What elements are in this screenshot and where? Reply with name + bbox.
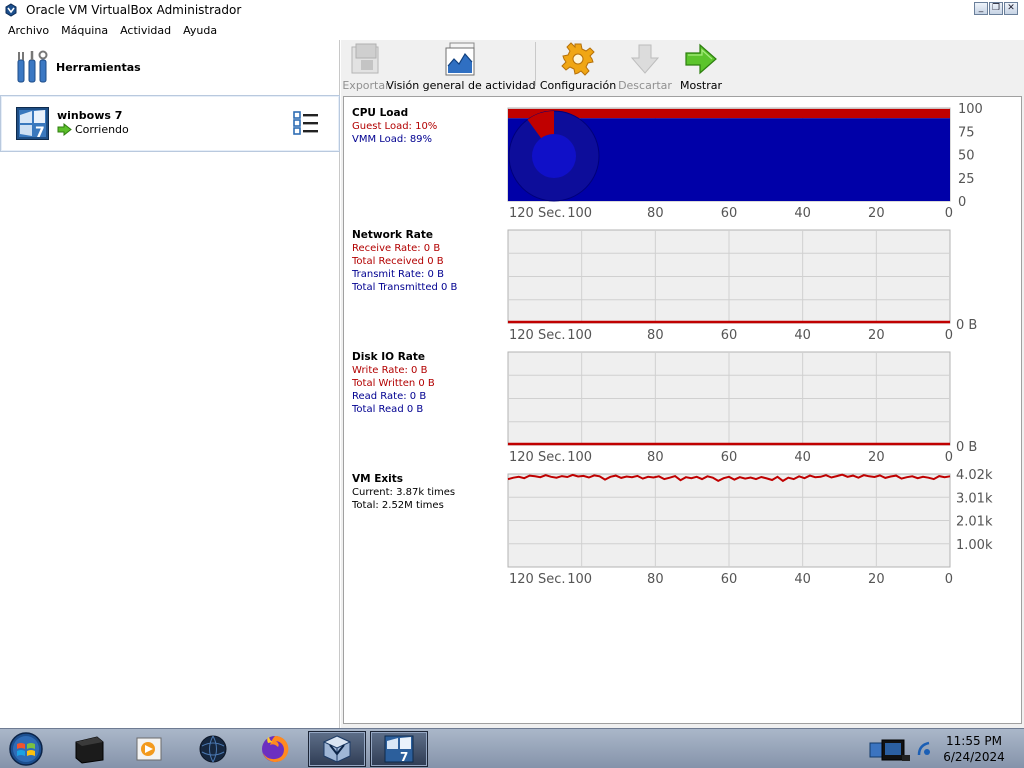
chart-3-x-tick-label: 0 [945,572,953,587]
chart-0-x-tick-label: 100 [567,206,592,221]
dark-box-app-icon [75,736,104,764]
tools-icon [17,50,48,83]
chart-3-x-tick-label: 40 [794,572,811,587]
virtualbox-icon [5,3,17,17]
vm-details-menu-icon[interactable] [293,111,319,135]
discard-button[interactable]: Descartar [616,40,674,95]
chart-0-x-tick-label: 0 [945,206,953,221]
export-icon [351,43,379,74]
settings-button[interactable]: Configuración [540,40,616,95]
start-button[interactable] [6,731,46,767]
activity-overview-button[interactable]: Visión general de actividad [386,40,536,95]
network-tray-icon[interactable] [916,740,932,758]
cpu-y-tick-label: 25 [958,172,975,187]
cpu-y-tick-label: 75 [958,125,975,140]
gear-icon [561,42,595,76]
chart-1-x-tick-label: 0 [945,328,953,343]
chart-1-x-tick-label: 60 [721,328,738,343]
tools-item[interactable]: Herramientas [0,40,340,94]
discard-arrow-icon [630,44,660,74]
show-button[interactable]: Mostrar [674,40,728,95]
chart-1-x-tick-label: 120 Sec. [509,328,565,343]
menu-bar: Archivo Máquina Actividad Ayuda [0,20,1024,40]
cpu-y-tick-label: 100 [958,102,983,117]
export-button[interactable]: Exportar [341,40,391,95]
taskbar-globe-icon[interactable] [184,731,242,767]
chart-0-x-tick-label: 40 [794,206,811,221]
chart-3-x-tick-label: 120 Sec. [509,572,565,587]
windows7-os-icon: 7 [16,107,49,140]
chart-2-x-tick-label: 100 [567,450,592,465]
vm-tray-icon[interactable] [868,737,912,763]
vm-state: Corriendo [57,123,129,136]
chart-2-x-tick-label: 60 [721,450,738,465]
activity-monitor: CPU Load Guest Load: 10% VMM Load: 89% N… [343,96,1022,724]
clock-time: 11:55 PM [946,734,1002,748]
vm-list-item[interactable]: 7 winbows 7 Corriendo [0,95,340,152]
running-arrow-icon [57,123,72,136]
chart-2-x-tick-label: 40 [794,450,811,465]
media-player-icon [136,737,162,761]
svg-text:7: 7 [400,750,408,764]
chart-0-x-tick-label: 20 [868,206,885,221]
vm-exits-y-tick-label: 2.01k [956,515,993,530]
toolbar-separator [535,42,536,86]
restore-button[interactable]: ❐ [989,2,1003,15]
svg-text:7: 7 [35,125,45,140]
minimize-button[interactable]: _ [974,2,988,15]
vm-state-label: Corriendo [75,123,129,136]
menu-maquina[interactable]: Máquina [57,24,116,37]
chart-1-x-tick-label: 40 [794,328,811,343]
chart-1-y-tick-label: 0 B [956,318,977,333]
window-title: Oracle VM VirtualBox Administrador [26,3,242,17]
chart-3-x-tick-label: 60 [721,572,738,587]
chart-1-x-tick-label: 100 [567,328,592,343]
chart-0-x-tick-label: 60 [721,206,738,221]
chart-3-x-tick-label: 100 [567,572,592,587]
taskbar-media-player-icon[interactable] [120,731,178,767]
chart-1-x-tick-label: 80 [647,328,664,343]
title-bar: Oracle VM VirtualBox Administrador _ ❐ ✕ [0,0,1024,20]
taskbar-media-icon[interactable] [60,731,118,767]
chart-2-x-tick-label: 0 [945,450,953,465]
chart-1-x-tick-label: 20 [868,328,885,343]
firefox-icon [262,735,289,762]
vm-exits-y-tick-label: 1.00k [956,538,993,553]
chart-3-x-tick-label: 80 [647,572,664,587]
taskbar-virtualbox-icon[interactable] [308,731,366,767]
machine-list-panel: Herramientas 7 winbows 7 Corriendo [0,40,340,728]
cpu-load-donut-hole [532,134,576,178]
chart-0-x-tick-label: 80 [647,206,664,221]
chart-2-y-tick-label: 0 B [956,440,977,455]
taskbar-clock[interactable]: 11:55 PM 6/24/2024 [934,733,1014,765]
dark-globe-icon [199,735,227,763]
menu-actividad[interactable]: Actividad [116,24,179,37]
cpu-y-tick-label: 50 [958,149,975,164]
virtualbox-cube-icon [322,735,352,763]
close-button[interactable]: ✕ [1004,2,1018,15]
taskbar-vm-window-icon[interactable]: 7 [370,731,428,767]
tools-label: Herramientas [56,60,141,74]
chart-2-x-tick-label: 120 Sec. [509,450,565,465]
activity-charts: 1007550250120 Sec. 100 80 60 40 20 00 B120 Sec… [507,102,993,587]
clock-date: 6/24/2024 [943,750,1005,764]
chart-0-x-tick-label: 120 Sec. [509,206,565,221]
chart-2-x-tick-label: 20 [868,450,885,465]
chart-2-x-tick-label: 80 [647,450,664,465]
taskbar-firefox-icon[interactable] [246,731,304,767]
toolbar: Exportar Visión general de actividad Con… [341,40,1024,95]
vm-exits-y-tick-label: 3.01k [956,491,993,506]
chart-3-x-tick-label: 20 [868,572,885,587]
details-panel: Exportar Visión general de actividad Con… [341,40,1024,728]
menu-ayuda[interactable]: Ayuda [179,24,225,37]
show-arrow-icon [685,43,717,75]
vm-exits-y-tick-label: 4.02k [956,468,993,483]
cpu-y-tick-label: 0 [958,195,966,210]
windows7-vm-icon: 7 [384,735,414,764]
vm-name: winbows 7 [57,109,123,122]
menu-archivo[interactable]: Archivo [4,24,57,37]
activity-overview-icon [445,42,475,76]
taskbar: 7 11:55 PM 6/24/2024 [0,728,1024,768]
